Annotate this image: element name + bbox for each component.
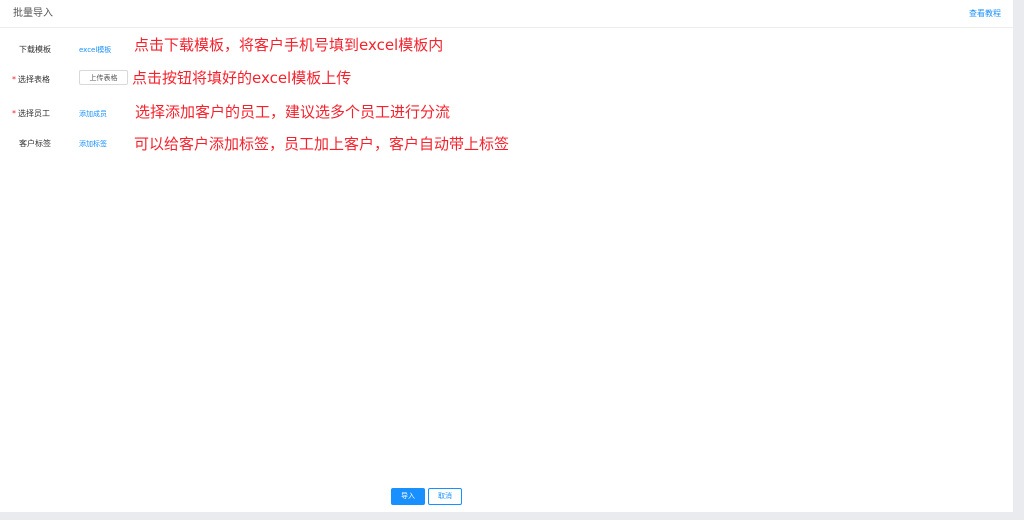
upload-spreadsheet-button[interactable]: 上传表格	[79, 70, 128, 85]
page-title: 批量导入	[13, 8, 53, 19]
choose-staff-row: * 选择员工 添加成员 选择添加客户的员工，建议选多个员工进行分流	[0, 103, 1013, 124]
customer-tags-annotation: 可以给客户添加标签，员工加上客户，客户自动带上标签	[134, 135, 510, 153]
choose-spreadsheet-row: * 选择表格 上传表格 点击按钮将填好的excel模板上传	[0, 69, 1013, 90]
choose-spreadsheet-label: 选择表格	[18, 75, 50, 84]
add-member-link[interactable]: 添加成员	[79, 110, 107, 119]
view-tutorial-link[interactable]: 查看教程	[969, 9, 1001, 19]
required-mark: *	[12, 109, 16, 118]
download-template-annotation: 点击下载模板，将客户手机号填到excel模板内	[134, 36, 444, 54]
excel-template-link[interactable]: excel模板	[79, 46, 111, 55]
page-scrollbar[interactable]	[1013, 0, 1024, 520]
batch-import-panel: 批量导入 查看教程 下载模板 excel模板 点击下载模板，将客户手机号填到ex…	[0, 0, 1013, 512]
choose-staff-annotation: 选择添加客户的员工，建议选多个员工进行分流	[135, 103, 451, 121]
required-mark: *	[12, 75, 16, 84]
choose-staff-label: 选择员工	[18, 109, 50, 118]
cancel-button[interactable]: 取消	[428, 488, 462, 505]
add-tag-link[interactable]: 添加标签	[79, 140, 107, 149]
panel-header: 批量导入 查看教程	[0, 0, 1013, 28]
choose-spreadsheet-annotation: 点击按钮将填好的excel模板上传	[132, 69, 352, 87]
customer-tags-row: 客户标签 添加标签 可以给客户添加标签，员工加上客户，客户自动带上标签	[0, 134, 1013, 154]
download-template-label: 下载模板	[19, 45, 51, 54]
import-button[interactable]: 导入	[391, 488, 425, 505]
download-template-row: 下载模板 excel模板 点击下载模板，将客户手机号填到excel模板内	[0, 36, 1013, 60]
customer-tags-label: 客户标签	[19, 139, 51, 148]
